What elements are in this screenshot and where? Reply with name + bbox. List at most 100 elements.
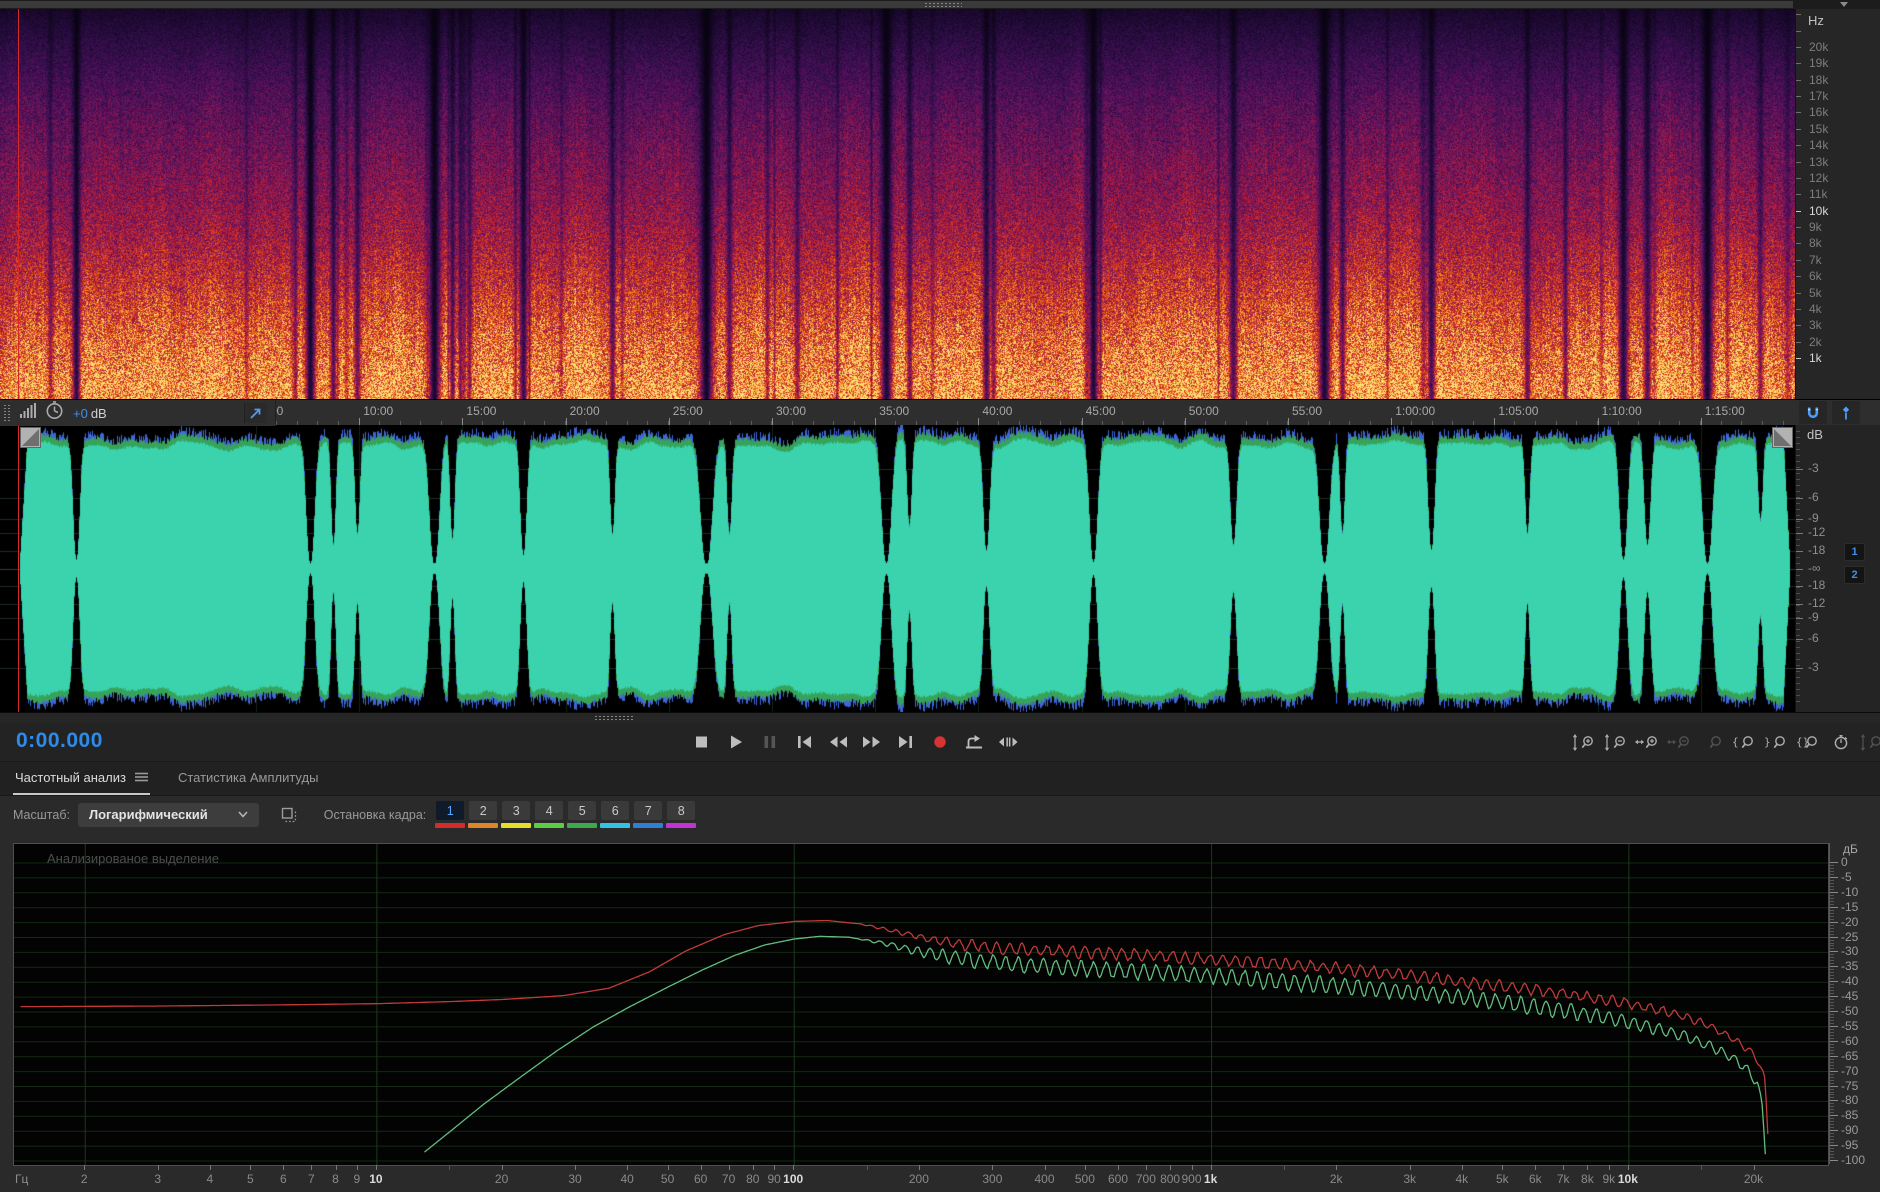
zoom-out-point-button[interactable]: } <box>1762 730 1790 754</box>
hold-button-4[interactable]: 4 <box>534 801 565 828</box>
transport-skip-selection-button[interactable] <box>994 729 1021 755</box>
tab-frequency-analysis[interactable]: Частотный анализ <box>13 762 150 795</box>
selection-handle-left[interactable] <box>20 427 41 448</box>
playhead-line-waveform[interactable] <box>18 425 19 712</box>
zoom-reset-button[interactable] <box>1698 730 1726 754</box>
frequency-plot-area[interactable] <box>13 843 1829 1166</box>
zoom-full-button[interactable] <box>1858 730 1880 754</box>
zoom-in-time-button[interactable] <box>1634 730 1662 754</box>
levels-icon[interactable] <box>20 403 36 423</box>
freq-tick <box>1753 1165 1755 1170</box>
timed-record-button[interactable] <box>1826 730 1854 754</box>
db-label: -12 <box>1808 595 1826 610</box>
freq-tick-label: 6 <box>279 1172 287 1186</box>
transport-skip-to-start-button[interactable] <box>790 729 817 755</box>
plot-db-tick <box>1830 987 1834 989</box>
plot-db-tick <box>1830 915 1834 917</box>
transport-stop-button[interactable] <box>688 729 715 755</box>
zoom-in-point-button[interactable]: { <box>1730 730 1758 754</box>
channel-1-badge[interactable]: 1 <box>1844 543 1865 561</box>
panel-menu-triangle-icon[interactable] <box>1840 2 1848 7</box>
hold-button-1[interactable]: 1 <box>435 801 466 828</box>
hold-button-3[interactable]: 3 <box>501 801 532 828</box>
hold-button-label[interactable]: 7 <box>634 801 663 820</box>
plot-annotation: Анализированое выделение <box>47 851 219 866</box>
plot-db-tick <box>1830 1118 1834 1120</box>
scale-dropdown[interactable]: Логарифмический <box>77 802 259 827</box>
scale-label: Масштаб: <box>13 807 70 822</box>
plot-db-tick <box>1830 1124 1834 1126</box>
marker-button[interactable] <box>1832 401 1860 424</box>
zoom-out-time-button[interactable] <box>1666 730 1694 754</box>
gain-indicator[interactable]: +0 dB <box>73 406 107 421</box>
time-display[interactable]: 0:00.000 <box>16 729 103 753</box>
freq-tick <box>1608 1165 1610 1170</box>
hold-button-7[interactable]: 7 <box>633 801 664 828</box>
plot-db-tick <box>1830 909 1834 911</box>
db-label: -18 <box>1808 578 1826 593</box>
plot-db-tick <box>1830 1136 1834 1138</box>
waveform-view[interactable] <box>0 425 1795 712</box>
hold-button-label[interactable]: 1 <box>436 801 465 820</box>
channel-2-badge[interactable]: 2 <box>1844 566 1865 584</box>
freq-tick <box>992 1165 994 1170</box>
freq-tick-label: 7 <box>307 1172 315 1186</box>
freq-tick <box>700 1165 702 1170</box>
hold-button-label[interactable]: 3 <box>502 801 531 820</box>
transport-record-button[interactable] <box>926 729 953 755</box>
zoom-in-amplitude-button[interactable] <box>1570 730 1598 754</box>
hold-button-6[interactable]: 6 <box>600 801 631 828</box>
hold-button-label[interactable]: 4 <box>535 801 564 820</box>
freq-tick <box>752 1165 754 1170</box>
freq-tick-label: 70 <box>721 1172 736 1186</box>
timeline-label: 35:00 <box>879 404 910 418</box>
hold-button-8[interactable]: 8 <box>666 801 697 828</box>
transport-rewind-button[interactable] <box>824 729 851 755</box>
plot-db-tick <box>1830 1070 1838 1072</box>
zoom-selection-button[interactable]: {} <box>1794 730 1822 754</box>
hold-button-5[interactable]: 5 <box>567 801 598 828</box>
goto-time-button[interactable] <box>244 403 267 423</box>
spectrogram-view[interactable] <box>0 9 1795 399</box>
zoom-out-amplitude-button[interactable] <box>1602 730 1630 754</box>
plot-db-tick <box>1830 903 1834 905</box>
spectrogram-scrollbar-thumb[interactable] <box>0 1 1793 8</box>
panel-menu-icon[interactable] <box>134 770 148 785</box>
hold-button-label[interactable]: 2 <box>469 801 498 820</box>
plot-db-tick <box>1830 945 1834 947</box>
snap-magnet-button[interactable] <box>1799 401 1827 424</box>
plot-db-tick <box>1830 948 1834 950</box>
hold-button-2[interactable]: 2 <box>468 801 499 828</box>
freq-tick-label: 5k <box>1495 1172 1509 1186</box>
frequency-plot[interactable] <box>14 844 1828 1165</box>
hz-tick-label: 7k <box>1809 252 1822 267</box>
copy-frame-button[interactable] <box>281 807 298 823</box>
plot-db-label: -15 <box>1841 899 1859 914</box>
selection-handle-right[interactable] <box>1772 427 1793 448</box>
divider-grip-icon[interactable] <box>594 715 634 720</box>
plot-db-tick <box>1830 873 1834 875</box>
transport-play-button[interactable] <box>722 729 749 755</box>
spectrogram-scrollbar-track[interactable] <box>0 0 1880 9</box>
db-tick <box>1796 568 1803 570</box>
panel-divider[interactable] <box>0 712 1880 722</box>
plot-db-tick <box>1830 1127 1834 1129</box>
clock-icon[interactable] <box>45 401 64 425</box>
hold-button-label[interactable]: 8 <box>667 801 696 820</box>
panel-grip-icon[interactable] <box>3 404 11 422</box>
scrollbar-grip-icon[interactable] <box>924 2 962 7</box>
hold-button-label[interactable]: 5 <box>568 801 597 820</box>
frequency-axis-panel: Hz 20k 19k 18k 17k 16k 15k 14k 13k 12k 11k 10k 9k 8k… <box>1795 9 1880 399</box>
tab-amplitude-statistics[interactable]: Статистика Амплитуды <box>176 762 320 795</box>
transport-loop-playback-button[interactable] <box>960 729 987 755</box>
freq-tick-label: 800 <box>1160 1172 1181 1186</box>
plot-db-label: -65 <box>1841 1048 1859 1063</box>
transport-fast-forward-button[interactable] <box>858 729 885 755</box>
freq-tick <box>1461 1165 1463 1170</box>
transport-pause-button[interactable] <box>756 729 783 755</box>
plot-db-tick <box>1830 1157 1834 1158</box>
hold-button-label[interactable]: 6 <box>601 801 630 820</box>
playhead-line-spectrogram[interactable] <box>18 9 19 399</box>
transport-skip-to-end-button[interactable] <box>892 729 919 755</box>
freq-tick <box>728 1165 730 1170</box>
